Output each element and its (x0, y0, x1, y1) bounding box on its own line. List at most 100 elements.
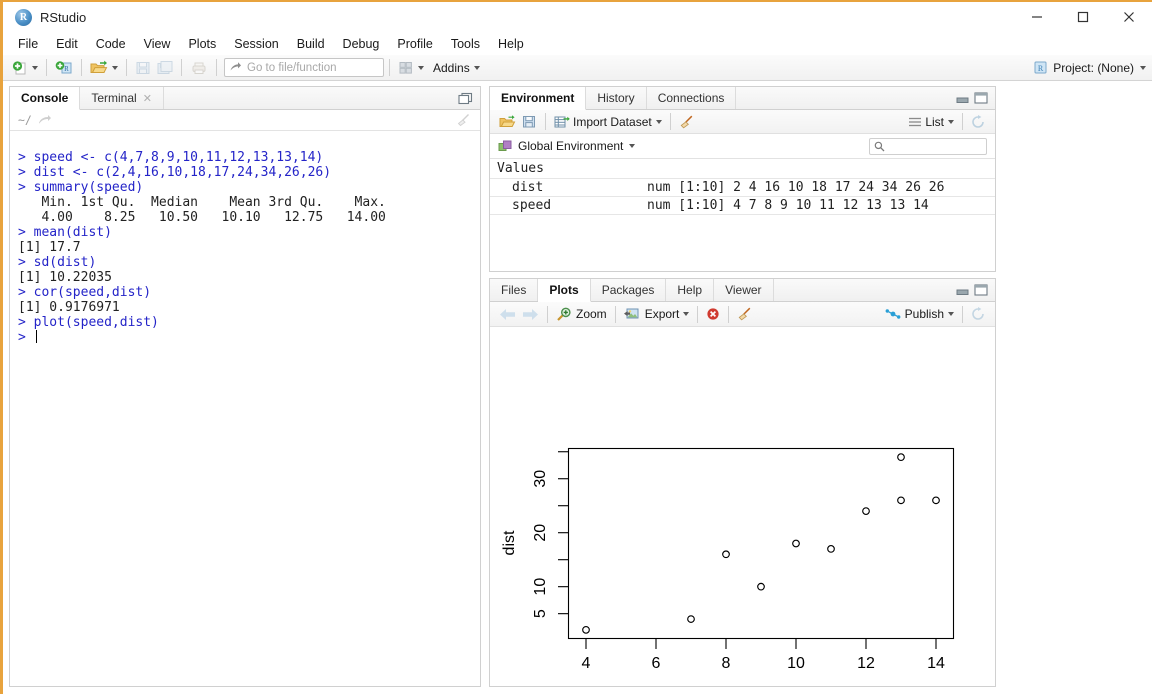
chevron-down-icon[interactable] (683, 312, 690, 316)
variable-name: speed (512, 198, 552, 213)
broom-clear-icon (457, 114, 469, 127)
table-row[interactable]: dist num [1:10] 2 4 16 10 18 17 24 34 26… (490, 179, 995, 197)
tab-connections[interactable]: Connections (647, 87, 737, 109)
y-tick-label: 20 (532, 524, 549, 542)
menu-tools[interactable]: Tools (442, 34, 489, 54)
tab-environment-label: Environment (501, 91, 575, 105)
environment-tabbar: Environment History Connections (490, 87, 995, 110)
chevron-down-icon[interactable] (655, 119, 662, 124)
plot-output-area[interactable]: 5102030 dist 468101214 speed (490, 327, 995, 686)
clear-workspace-button[interactable] (676, 111, 698, 133)
refresh-plot-button[interactable] (968, 303, 989, 325)
console-line: > summary(speed) (18, 180, 144, 195)
console-line: [1] 0.9176971 (18, 300, 120, 315)
menu-edit[interactable]: Edit (47, 34, 87, 54)
x-tick-label: 6 (652, 655, 661, 672)
tab-console-label: Console (21, 91, 69, 105)
menu-bar: File Edit Code View Plots Session Build … (3, 32, 1152, 55)
x-tick-label: 12 (857, 655, 875, 672)
remove-plot-icon (707, 308, 719, 320)
menu-help[interactable]: Help (489, 34, 533, 54)
project-label: Project: (None) (1053, 60, 1134, 75)
new-file-button[interactable] (9, 57, 41, 79)
tab-history[interactable]: History (586, 87, 647, 109)
broom-clear-icon (680, 115, 693, 128)
menu-profile[interactable]: Profile (388, 34, 441, 54)
menu-file[interactable]: File (9, 34, 47, 54)
print-button[interactable] (187, 57, 211, 79)
chevron-down-icon[interactable] (948, 312, 954, 316)
new-project-button[interactable]: R (52, 57, 76, 79)
environment-scope-selector[interactable]: Global Environment (490, 134, 995, 159)
chevron-down-icon[interactable] (418, 65, 424, 70)
open-file-button[interactable] (87, 57, 121, 79)
title-bar: R RStudio (3, 2, 1152, 32)
console-tabbar: Console Terminal ✕ (10, 87, 480, 110)
toolbar-divider (81, 59, 82, 76)
goto-file-function-input[interactable]: Go to file/function (224, 58, 384, 77)
tab-files[interactable]: Files (490, 279, 539, 301)
menu-view[interactable]: View (135, 34, 180, 54)
tab-packages[interactable]: Packages (591, 279, 667, 301)
environment-search-input[interactable] (869, 137, 987, 155)
x-tick-label: 8 (722, 655, 731, 672)
chevron-down-icon[interactable] (112, 65, 118, 70)
tab-terminal[interactable]: Terminal ✕ (80, 87, 164, 109)
save-workspace-button[interactable] (519, 111, 540, 133)
toolbar-divider (216, 59, 217, 76)
tab-help[interactable]: Help (666, 279, 715, 301)
chevron-down-icon[interactable] (32, 65, 38, 70)
tab-plots[interactable]: Plots (538, 279, 591, 302)
menu-code[interactable]: Code (87, 34, 135, 54)
console-line: > speed <- c(4,7,8,9,10,11,12,13,13,14) (18, 150, 324, 165)
environment-toolbar: Import Dataset List (490, 110, 995, 134)
console-prompt: > (18, 330, 34, 345)
tab-viewer-label: Viewer (725, 283, 762, 297)
menu-build[interactable]: Build (288, 34, 334, 54)
import-dataset-icon (554, 116, 570, 127)
close-icon[interactable]: ✕ (143, 92, 152, 105)
console-line: > cor(speed,dist) (18, 285, 152, 300)
previous-plot-button[interactable] (496, 303, 519, 325)
publish-button[interactable]: Publish (882, 303, 957, 325)
menu-session[interactable]: Session (225, 34, 287, 54)
publish-icon (885, 309, 901, 319)
export-plot-button[interactable]: Export (621, 303, 693, 325)
minimize-icon[interactable] (1014, 2, 1060, 32)
next-plot-button[interactable] (519, 303, 542, 325)
refresh-icon (972, 307, 984, 320)
chevron-down-icon[interactable] (473, 65, 480, 70)
workspace-panes-button[interactable] (395, 57, 427, 79)
zoom-plot-label: Zoom (576, 307, 607, 321)
table-row[interactable]: speed num [1:10] 4 7 8 9 10 11 12 13 13 … (490, 197, 995, 215)
tab-console[interactable]: Console (10, 87, 81, 110)
menu-debug[interactable]: Debug (334, 34, 389, 54)
refresh-environment-button[interactable] (968, 111, 989, 133)
addins-button[interactable]: Addins (427, 57, 483, 79)
console-pane: Console Terminal ✕ ~/ > speed <- c(4,7,8… (9, 86, 481, 687)
console-working-directory[interactable]: ~/ (18, 113, 32, 127)
toolbar-right-group: R Project: (None) (1033, 60, 1146, 75)
view-mode-button[interactable]: List (905, 111, 957, 133)
chevron-down-icon[interactable] (1140, 65, 1146, 70)
remove-plot-button[interactable] (703, 303, 723, 325)
tab-environment[interactable]: Environment (490, 87, 587, 110)
maximize-icon[interactable] (1060, 2, 1106, 32)
close-icon[interactable] (1106, 2, 1152, 32)
menu-plots[interactable]: Plots (179, 34, 225, 54)
save-all-button[interactable] (154, 57, 176, 79)
load-workspace-button[interactable] (496, 111, 519, 133)
chevron-down-icon[interactable] (629, 144, 636, 148)
tab-viewer[interactable]: Viewer (714, 279, 774, 301)
clear-plots-button[interactable] (734, 303, 756, 325)
console-pane-controls (458, 87, 480, 109)
console-output[interactable]: > speed <- c(4,7,8,9,10,11,12,13,13,14) … (10, 131, 480, 685)
y-tick-label: 30 (532, 470, 549, 488)
toolbar-divider (697, 305, 699, 323)
toolbar-divider (545, 113, 546, 130)
zoom-plot-button[interactable]: Zoom (553, 303, 610, 325)
chevron-down-icon[interactable] (948, 119, 954, 124)
save-button[interactable] (132, 57, 154, 79)
import-dataset-button[interactable]: Import Dataset (551, 111, 665, 133)
x-tick-label: 10 (787, 655, 805, 672)
